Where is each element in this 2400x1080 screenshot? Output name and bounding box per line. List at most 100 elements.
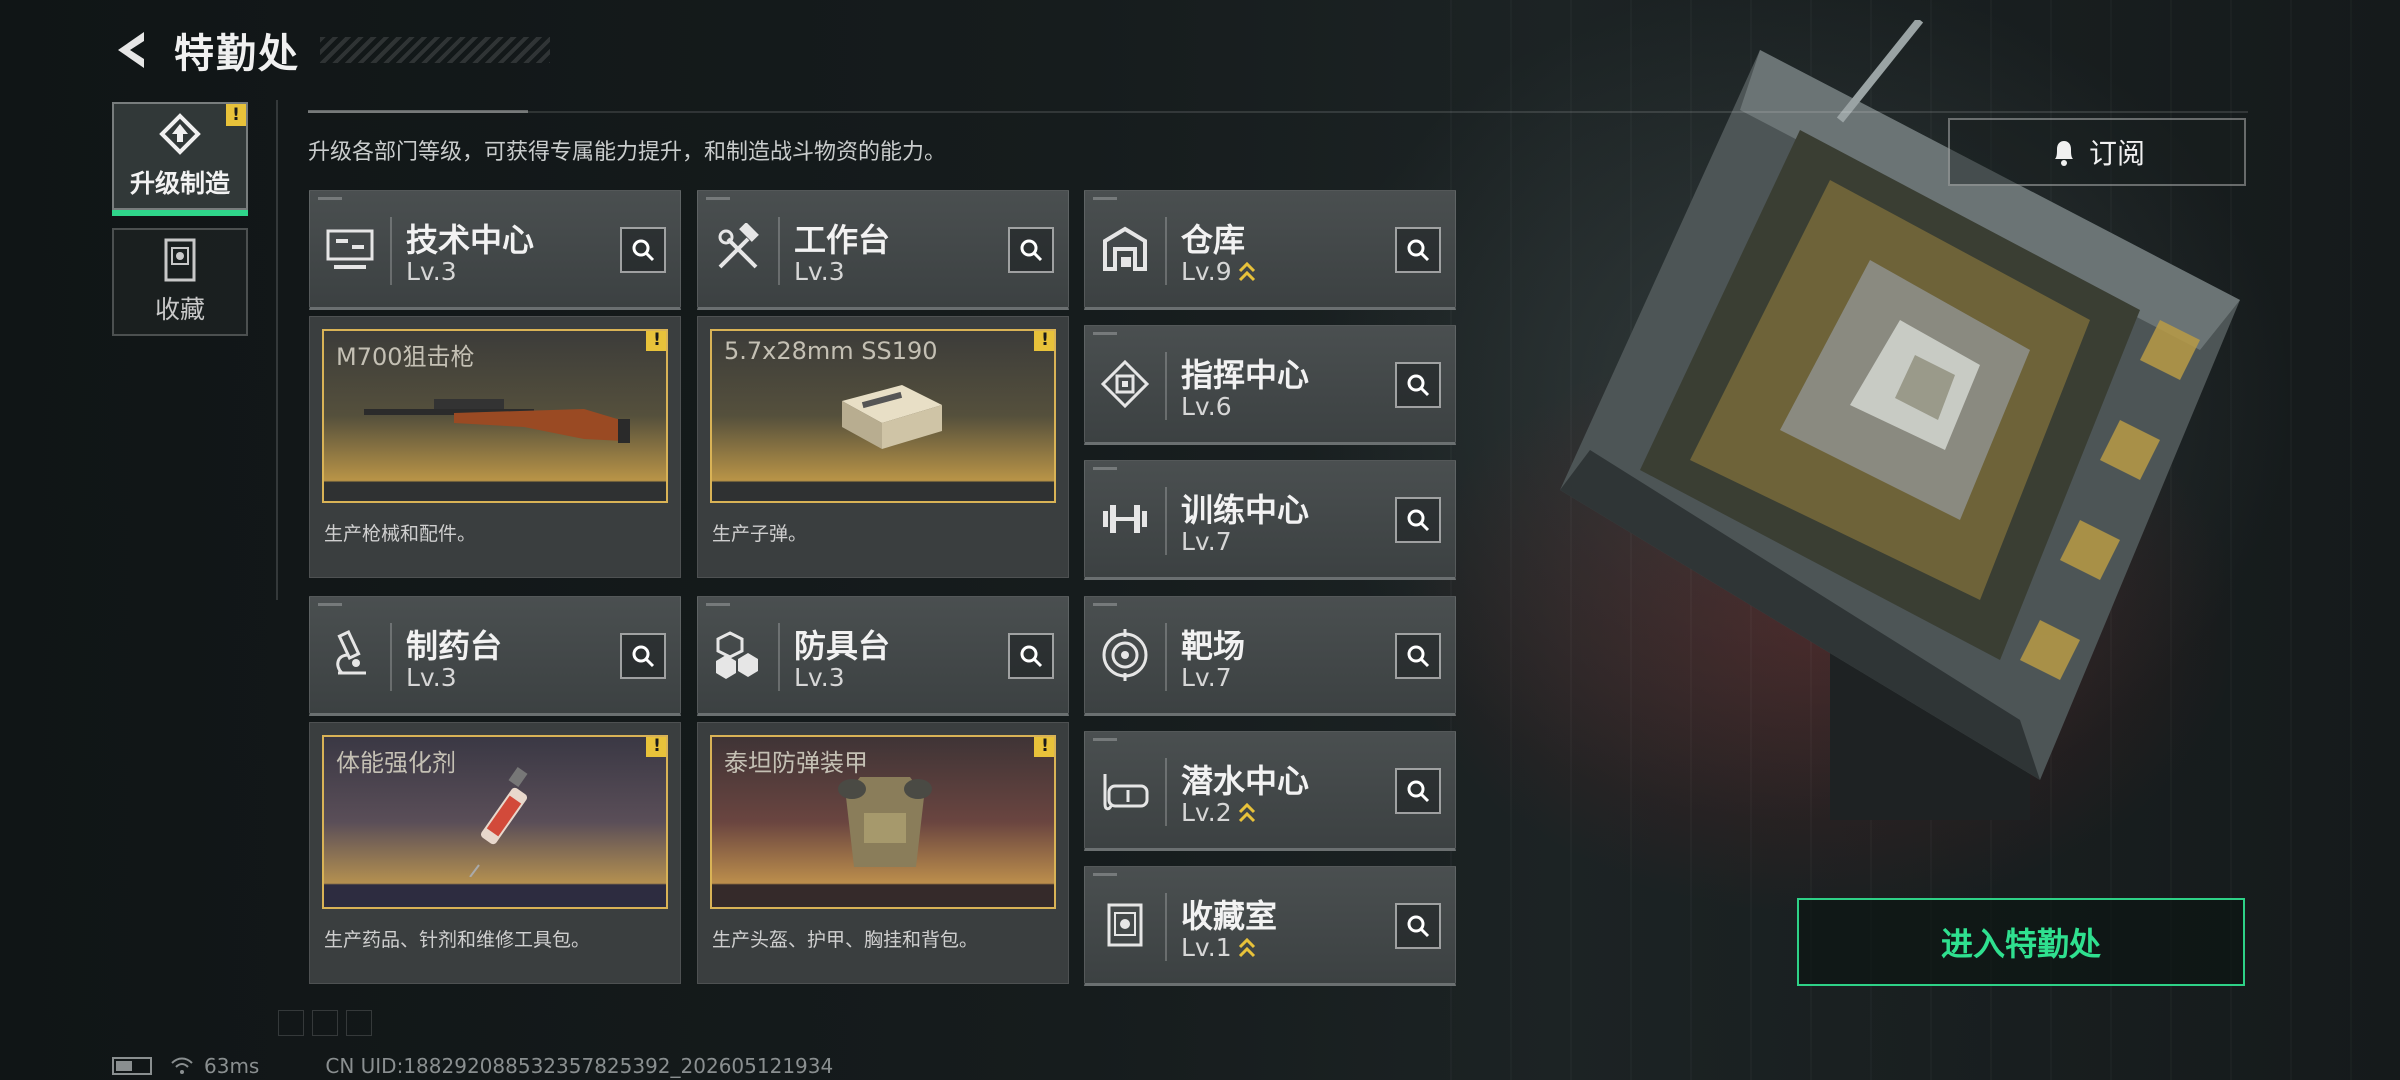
search-button[interactable] (1008, 633, 1054, 679)
search-icon (1407, 509, 1430, 532)
search-button[interactable] (1395, 633, 1441, 679)
tab-collection[interactable]: 收藏 (112, 228, 248, 336)
facility-command-center[interactable]: 指挥中心 Lv.6 (1084, 325, 1456, 445)
upgrade-icon (159, 113, 201, 155)
header-stripes (320, 37, 550, 63)
tab-label: 收藏 (154, 295, 205, 324)
facility-name: 防具台 (794, 627, 891, 665)
page-description: 升级各部门等级，可获得专属能力提升，和制造战斗物资的能力。 (308, 140, 947, 165)
card-corner-mark (1093, 873, 1117, 876)
body-armor-image (838, 777, 932, 867)
facility-diving-center[interactable]: 潜水中心 Lv.2 (1084, 731, 1456, 851)
facility-name: 工作台 (794, 221, 891, 259)
facility-shooting-range[interactable]: 靶场 Lv.7 (1084, 596, 1456, 716)
search-icon (1407, 239, 1430, 262)
card-corner-mark (706, 197, 730, 200)
facility-name: 制药台 (406, 627, 503, 665)
card-separator (778, 623, 780, 691)
slot (312, 1010, 338, 1036)
card-corner-mark (706, 603, 730, 606)
card-separator (1165, 623, 1167, 691)
top-divider (308, 111, 2248, 113)
facility-tech-center[interactable]: 技术中心 Lv.3 (309, 190, 681, 310)
left-divider (276, 100, 278, 600)
search-button[interactable] (620, 633, 666, 679)
collection-cabinet-icon (164, 238, 196, 282)
dumbbell-icon (1103, 505, 1147, 533)
enter-special-ops-button[interactable]: 进入特勤处 (1797, 898, 2245, 986)
production-slot-workbench[interactable]: 5.7x28mm SS190 ! 生产子弹。 (697, 316, 1069, 578)
search-button[interactable] (1395, 362, 1441, 408)
search-icon (1407, 780, 1430, 803)
alert-badge: ! (646, 331, 666, 351)
search-button[interactable] (1008, 227, 1054, 273)
search-icon (632, 239, 655, 262)
subscribe-label: 订阅 (2088, 137, 2145, 170)
facility-level: Lv.7 (1181, 663, 1232, 692)
facility-warehouse[interactable]: 仓库 Lv.9 (1084, 190, 1456, 310)
diving-mask-icon (1103, 774, 1149, 811)
card-corner-mark (318, 603, 342, 606)
search-button[interactable] (1395, 768, 1441, 814)
sniper-rifle-image (364, 399, 630, 443)
upgrade-chevron-icon (1238, 261, 1255, 281)
facility-collection-room[interactable]: 收藏室 Lv.1 (1084, 866, 1456, 986)
production-slot-armor-bench[interactable]: 泰坦防弹装甲 ! 生产头盔、护甲、胸挂和背包。 (697, 722, 1069, 984)
bell-icon (2054, 141, 2073, 166)
facility-workbench[interactable]: 工作台 Lv.3 (697, 190, 1069, 310)
subscribe-button[interactable]: 订阅 (1948, 118, 2246, 186)
search-icon (1407, 374, 1430, 397)
item-description: 生产枪械和配件。 (324, 523, 477, 545)
display-case-icon (1107, 903, 1143, 947)
search-button[interactable] (1395, 497, 1441, 543)
search-button[interactable] (1395, 903, 1441, 949)
wifi-icon (171, 1057, 193, 1074)
production-slot-tech-center[interactable]: M700狙击枪 ! 生产枪械和配件。 (309, 316, 681, 578)
facility-name: 仓库 (1181, 221, 1246, 259)
facility-name: 训练中心 (1181, 491, 1310, 529)
microscope-icon (336, 630, 366, 675)
facility-name: 技术中心 (406, 221, 535, 259)
facility-armor-bench[interactable]: 防具台 Lv.3 (697, 596, 1069, 716)
item-slot[interactable]: 泰坦防弹装甲 ! (710, 735, 1056, 909)
facility-training-center[interactable]: 训练中心 Lv.7 (1084, 460, 1456, 580)
page-title: 特勤处 (174, 31, 300, 77)
status-bar: 63ms CN UID:18829208853235782539​2_20260… (112, 1054, 833, 1078)
facility-level: Lv.9 (1181, 257, 1256, 286)
facility-level: Lv.3 (794, 257, 845, 286)
alert-badge: ! (646, 737, 666, 757)
back-arrow-icon[interactable] (110, 28, 154, 72)
facility-level: Lv.1 (1181, 933, 1256, 962)
upgrade-chevron-icon (1238, 802, 1255, 822)
facility-level: Lv.3 (794, 663, 845, 692)
bottom-slots (278, 1010, 372, 1036)
card-corner-mark (318, 197, 342, 200)
upgrade-chevron-icon (1238, 937, 1255, 957)
search-button[interactable] (1395, 227, 1441, 273)
battery-icon (112, 1057, 152, 1075)
item-slot[interactable]: M700狙击枪 ! (322, 329, 668, 503)
warehouse-icon (1103, 226, 1147, 271)
tab-upgrade-craft[interactable]: ! 升级制造 (112, 102, 248, 216)
item-slot[interactable]: 5.7x28mm SS190 ! (710, 329, 1056, 503)
item-slot[interactable]: 体能强化剂 ! (322, 735, 668, 909)
facility-level: Lv.6 (1181, 392, 1232, 421)
item-description: 生产药品、针剂和维修工具包。 (324, 929, 591, 951)
facility-level: Lv.3 (406, 663, 457, 692)
facility-name: 收藏室 (1181, 897, 1278, 935)
search-icon (1407, 915, 1430, 938)
card-separator (390, 217, 392, 285)
production-slot-pharmacy[interactable]: 体能强化剂 ! 生产药品、针剂和维修工具包。 (309, 722, 681, 984)
top-divider-accent (308, 110, 528, 113)
header: 特勤处 (110, 22, 550, 78)
command-chip-icon (1100, 359, 1150, 409)
search-icon (632, 645, 655, 668)
tab-label: 升级制造 (129, 169, 230, 198)
search-button[interactable] (620, 227, 666, 273)
card-corner-mark (1093, 603, 1117, 606)
item-description: 生产头盔、护甲、胸挂和背包。 (712, 929, 979, 951)
facility-level: Lv.2 (1181, 798, 1256, 827)
alert-badge: ! (1034, 737, 1054, 757)
facility-pharmacy[interactable]: 制药台 Lv.3 (309, 596, 681, 716)
alert-badge: ! (226, 104, 246, 126)
